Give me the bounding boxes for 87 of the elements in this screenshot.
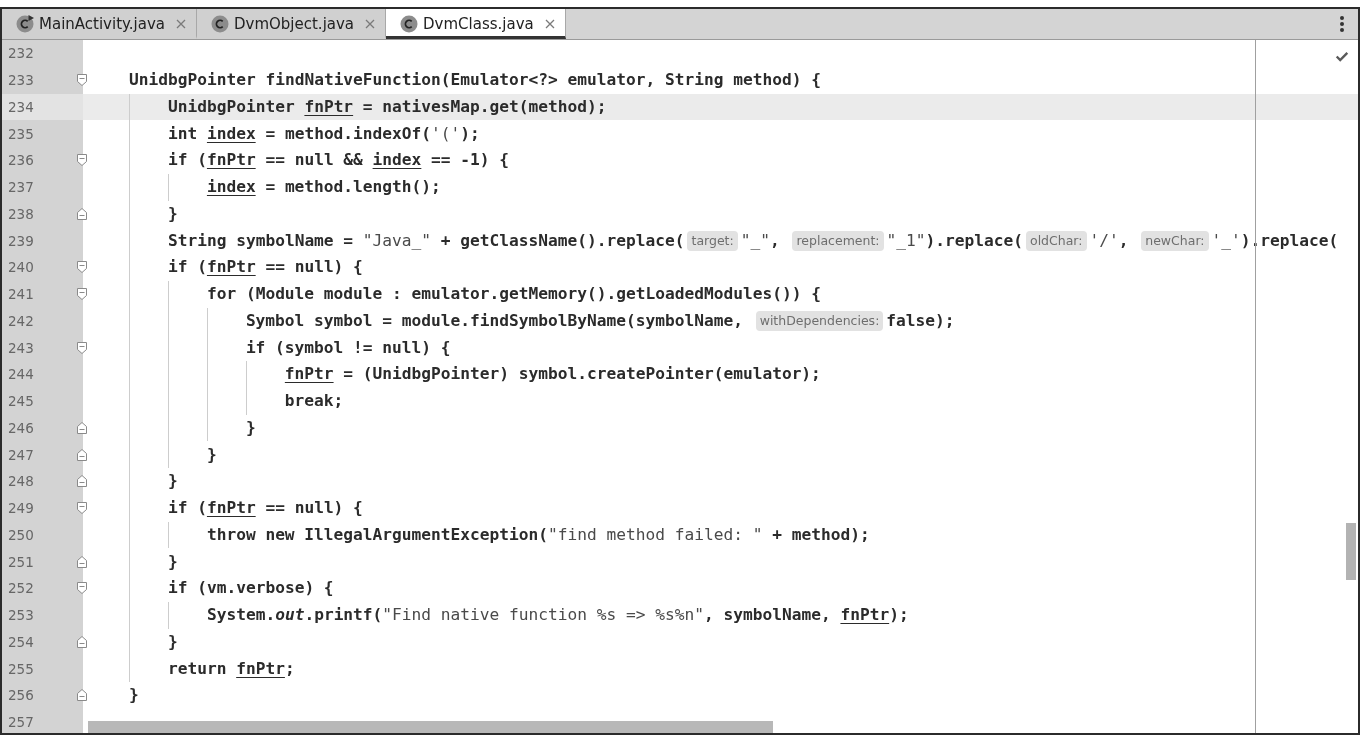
code-line: int index = method.indexOf('('); bbox=[167, 123, 480, 144]
line-number: 239 bbox=[8, 232, 34, 249]
line-number: 246 bbox=[8, 419, 34, 436]
code-line: fnPtr = (UnidbgPointer) symbol.createPointer(emulator); bbox=[284, 364, 821, 385]
line-number: 254 bbox=[8, 633, 34, 650]
editor-tab[interactable]: DvmClass.java bbox=[386, 9, 566, 39]
fold-start-icon[interactable] bbox=[77, 261, 87, 274]
line-number: 248 bbox=[8, 473, 34, 490]
code-line: } bbox=[245, 417, 256, 438]
code-text: '_').replace( bbox=[1211, 230, 1339, 251]
parameter-hint: withDependencies: bbox=[755, 310, 884, 331]
fold-start-icon[interactable] bbox=[77, 582, 87, 595]
code-text: false); bbox=[886, 310, 955, 331]
line-number: 256 bbox=[8, 687, 34, 704]
line-number: 241 bbox=[8, 286, 34, 303]
code-text: Symbol symbol = module.findSymbolByName(symbolName, bbox=[245, 310, 744, 331]
fold-end-icon[interactable] bbox=[77, 555, 87, 568]
line-number: 243 bbox=[8, 339, 34, 356]
code-line: if (vm.verbose) { bbox=[167, 578, 334, 599]
more-options-icon[interactable] bbox=[1340, 16, 1344, 32]
line-number: 237 bbox=[8, 179, 34, 196]
line-number: 233 bbox=[8, 72, 34, 89]
code-line: if (fnPtr == null) { bbox=[167, 257, 363, 278]
fold-start-icon[interactable] bbox=[77, 341, 87, 354]
close-icon[interactable] bbox=[365, 19, 376, 29]
line-number: 247 bbox=[8, 446, 34, 463]
code-line: } bbox=[167, 551, 178, 572]
code-line: return fnPtr; bbox=[167, 658, 295, 679]
code-line: } bbox=[167, 631, 178, 652]
parameter-hint: target: bbox=[687, 230, 738, 251]
fold-end-icon[interactable] bbox=[77, 635, 87, 648]
close-icon[interactable] bbox=[544, 19, 555, 29]
code-line: UnidbgPointer findNativeFunction(Emulator<?> emulator, String method) { bbox=[128, 70, 821, 91]
line-number: 255 bbox=[8, 660, 34, 677]
fold-start-icon[interactable] bbox=[77, 154, 87, 167]
code-line: for (Module module : emulator.getMemory().getLoadedModules()) { bbox=[206, 284, 821, 305]
line-number: 242 bbox=[8, 312, 34, 329]
line-number: 245 bbox=[8, 393, 34, 410]
code-line: throw new IllegalArgumentException("find method failed: " + method); bbox=[206, 524, 870, 545]
code-line: } bbox=[167, 203, 178, 224]
horizontal-scrollbar-thumb[interactable] bbox=[88, 721, 773, 733]
fold-end-icon[interactable] bbox=[77, 475, 87, 488]
line-number: 244 bbox=[8, 366, 34, 383]
parameter-hint: replacement: bbox=[792, 230, 884, 251]
line-number: 235 bbox=[8, 125, 34, 142]
line-number: 250 bbox=[8, 526, 34, 543]
code-line: index = method.length(); bbox=[206, 177, 441, 198]
code-line: } bbox=[206, 444, 217, 465]
line-number: 236 bbox=[8, 152, 34, 169]
code-line: } bbox=[167, 471, 178, 492]
code-text: "_", bbox=[740, 230, 781, 251]
code-line: UnidbgPointer fnPtr = nativesMap.get(method); bbox=[167, 96, 607, 117]
fold-end-icon[interactable] bbox=[77, 448, 87, 461]
line-number: 253 bbox=[8, 607, 34, 624]
runnable-class-icon bbox=[16, 15, 34, 33]
code-line: if (symbol != null) { bbox=[245, 337, 451, 358]
line-number: 257 bbox=[8, 714, 34, 731]
editor-tab[interactable]: DvmObject.java bbox=[196, 9, 387, 39]
class-icon bbox=[210, 15, 229, 33]
fold-start-icon[interactable] bbox=[77, 502, 87, 515]
fold-start-icon[interactable] bbox=[77, 288, 87, 301]
code-line: if (fnPtr == null && index == -1) { bbox=[167, 150, 510, 171]
line-number: 249 bbox=[8, 500, 34, 517]
fold-end-icon[interactable] bbox=[77, 207, 87, 220]
vertical-scrollbar-thumb[interactable] bbox=[1346, 523, 1356, 580]
code-line: break; bbox=[284, 391, 344, 412]
close-icon[interactable] bbox=[175, 19, 186, 29]
parameter-hint: newChar: bbox=[1141, 230, 1209, 251]
code-line: } bbox=[128, 685, 139, 706]
line-number: 232 bbox=[8, 45, 34, 62]
code-text: String symbolName = "Java_" + getClassName().replace( bbox=[167, 230, 685, 251]
code-text: '/', bbox=[1089, 230, 1130, 251]
code-line: if (fnPtr == null) { bbox=[167, 498, 363, 519]
check-icon[interactable] bbox=[1335, 51, 1349, 62]
line-number: 238 bbox=[8, 205, 34, 222]
fold-end-icon[interactable] bbox=[77, 421, 87, 434]
fold-end-icon[interactable] bbox=[77, 689, 87, 702]
line-number: 251 bbox=[8, 553, 34, 570]
fold-start-icon[interactable] bbox=[77, 74, 87, 87]
code-text: "_1").replace( bbox=[886, 230, 1023, 251]
line-number: 240 bbox=[8, 259, 34, 276]
line-number: 234 bbox=[8, 98, 34, 115]
parameter-hint: oldChar: bbox=[1026, 230, 1087, 251]
code-line: System.out.printf("Find native function %s => %s%n", symbolName, fnPtr); bbox=[206, 605, 909, 626]
line-number: 252 bbox=[8, 580, 34, 597]
class-icon bbox=[400, 15, 419, 33]
editor-tab[interactable]: MainActivity.java bbox=[2, 9, 197, 39]
